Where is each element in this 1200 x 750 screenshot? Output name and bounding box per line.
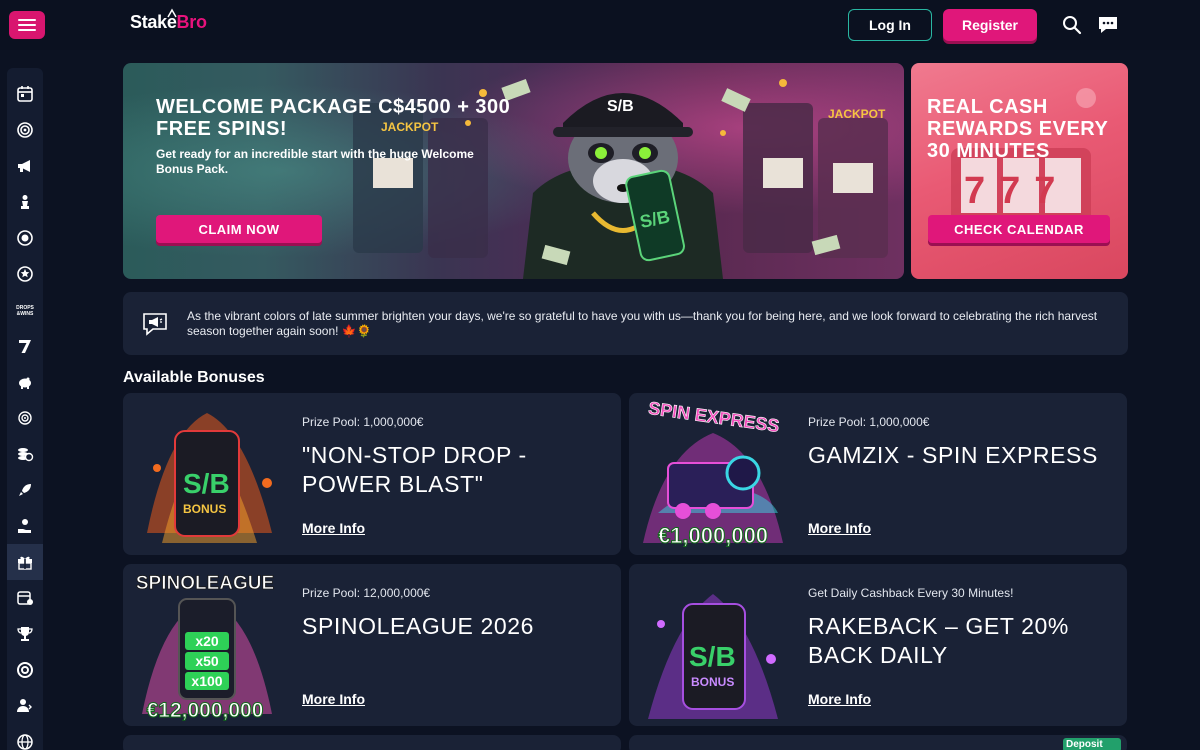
- more-info-link[interactable]: More Info: [302, 520, 365, 536]
- trophy-icon: [17, 627, 33, 641]
- welcome-banner[interactable]: JACKPOT JACKPOT S/B S/B WELCOME PACKAGE …: [123, 63, 904, 279]
- logo-bro-text: Bro: [176, 12, 207, 32]
- calendar-icon: [17, 86, 33, 102]
- welcome-banner-title: WELCOME PACKAGE C$4500 + 300 FREE SPINS!: [156, 96, 511, 140]
- art-title: SPINOLEAGUE: [136, 573, 274, 594]
- multiplier-label: x20: [195, 633, 219, 649]
- announcement-megaphone-icon: [143, 313, 167, 336]
- register-button[interactable]: Register: [943, 9, 1037, 41]
- bonus-card: [629, 735, 1127, 750]
- globe-icon: [17, 734, 33, 750]
- hamburger-icon: [18, 19, 36, 31]
- chat-icon[interactable]: [1097, 14, 1119, 36]
- cashback-tagline: Get Daily Cashback Every 30 Minutes!: [808, 586, 1014, 600]
- sidebar-item-savings[interactable]: [7, 364, 43, 400]
- sidebar-item-referral[interactable]: [7, 688, 43, 724]
- spinoleague-art: x20 x50 x100 SPINOLEAGUE €12,000,000: [135, 573, 274, 723]
- sidebar-item-cashback[interactable]: [7, 508, 43, 544]
- hamburger-menu-button[interactable]: [9, 11, 45, 39]
- search-icon[interactable]: [1061, 14, 1083, 36]
- bonus-card: [123, 735, 621, 750]
- bonus-title: GAMZIX - SPIN EXPRESS: [808, 442, 1098, 468]
- prize-pool: Prize Pool: 12,000,000€: [302, 586, 431, 600]
- top-header: Stake Bro Log In Register: [0, 0, 1200, 50]
- sidebar: DROPS &WINS: [7, 68, 43, 750]
- svg-text:S/B: S/B: [607, 98, 634, 115]
- user-group-icon: [17, 699, 32, 712]
- megaphone-icon: [18, 160, 30, 172]
- claim-now-button[interactable]: CLAIM NOW: [156, 215, 322, 243]
- sidebar-item-tournaments[interactable]: [7, 616, 43, 652]
- can-label: BONUS: [183, 502, 226, 516]
- welcome-banner-subtitle: Get ready for an incredible start with t…: [156, 147, 474, 176]
- bonus-title: RAKEBACK – GET 20% BACK DAILY: [808, 613, 1069, 668]
- can-label: BONUS: [691, 675, 734, 689]
- bonus-title: "NON-STOP DROP - POWER BLAST": [302, 442, 527, 497]
- sidebar-item-slots[interactable]: [7, 328, 43, 364]
- target-icon: [17, 122, 33, 138]
- sidebar-item-wheel[interactable]: [7, 400, 43, 436]
- sidebar-item-calendar[interactable]: [7, 76, 43, 112]
- bonus-card: S/B BONUS Prize Pool: 1,000,000€ "NON-ST…: [123, 393, 621, 555]
- sidebar-item-crash[interactable]: [7, 472, 43, 508]
- drops-wins-icon: DROPS&WINS: [16, 305, 34, 317]
- announcement-bar: As the vibrant colors of late summer bri…: [123, 292, 1128, 355]
- piggy-bank-icon: [19, 377, 31, 389]
- sidebar-item-events[interactable]: [7, 580, 43, 616]
- prize-pool: Prize Pool: 1,000,000€: [808, 415, 930, 429]
- more-info-link[interactable]: More Info: [808, 691, 871, 707]
- calendar-star-icon: [17, 591, 33, 605]
- sidebar-item-drops-wins[interactable]: DROPS &WINS: [7, 292, 43, 328]
- gift-icon: [18, 556, 32, 570]
- spin-express-art: SPIN EXPRESS €1,000,000: [643, 398, 783, 549]
- bonus-card: x20 x50 x100 SPINOLEAGUE €12,000,000 Pri…: [123, 564, 621, 726]
- rewards-banner-title: REAL CASH REWARDS EVERY 30 MINUTES: [927, 96, 1109, 162]
- can-logo: S/B: [689, 641, 736, 672]
- bonus-card: S/B BONUS Get Daily Cashback Every 30 Mi…: [629, 564, 1127, 726]
- sidebar-item-table-games[interactable]: [7, 184, 43, 220]
- art-amount: €12,000,000: [147, 699, 264, 722]
- sidebar-item-target[interactable]: [7, 112, 43, 148]
- bonus-card: SPIN EXPRESS €1,000,000 Prize Pool: 1,00…: [629, 393, 1127, 555]
- rocket-icon: [19, 484, 31, 496]
- wheel-icon: [18, 411, 32, 425]
- coins-icon: [18, 448, 34, 462]
- check-calendar-button[interactable]: CHECK CALENDAR: [928, 215, 1110, 243]
- prize-pool: Prize Pool: 1,000,000€: [302, 415, 424, 429]
- roulette-icon: [17, 266, 33, 282]
- poker-chip-icon: [17, 230, 33, 246]
- seven-icon: [19, 340, 31, 353]
- announcement-text: As the vibrant colors of late summer bri…: [187, 309, 1098, 338]
- login-button[interactable]: Log In: [848, 9, 932, 41]
- sidebar-item-roulette[interactable]: [7, 256, 43, 292]
- deposit-badge: Deposit: [1063, 738, 1121, 750]
- multiplier-label: x50: [195, 653, 219, 669]
- art-amount: €1,000,000: [658, 523, 768, 548]
- more-info-link[interactable]: More Info: [302, 691, 365, 707]
- rakeback-art: S/B BONUS: [648, 594, 778, 719]
- lifebuoy-icon: [17, 662, 33, 678]
- chess-pawn-icon: [21, 195, 29, 209]
- can-logo: S/B: [183, 468, 230, 499]
- sidebar-item-language[interactable]: [7, 724, 43, 750]
- svg-text:&WINS: &WINS: [17, 311, 34, 317]
- slot-sevens: 777: [964, 170, 1069, 212]
- logo-mark-icon: [167, 8, 177, 18]
- rewards-banner[interactable]: 777 REAL CASH REWARDS EVERY 30 MINUTES C…: [911, 63, 1128, 279]
- available-bonuses-heading: Available Bonuses: [123, 369, 265, 386]
- power-blast-art: S/B BONUS: [147, 413, 272, 543]
- jackpot-sign: JACKPOT: [828, 107, 886, 121]
- sidebar-item-poker[interactable]: [7, 220, 43, 256]
- hand-coin-icon: [18, 519, 31, 533]
- bonus-title: SPINOLEAGUE 2026: [302, 613, 535, 639]
- sidebar-item-support[interactable]: [7, 652, 43, 688]
- multiplier-label: x100: [191, 673, 222, 689]
- art-title: SPIN EXPRESS: [647, 398, 781, 436]
- sidebar-item-coins[interactable]: [7, 436, 43, 472]
- sidebar-item-promotions[interactable]: [7, 148, 43, 184]
- more-info-link[interactable]: More Info: [808, 520, 871, 536]
- sidebar-item-bonuses[interactable]: [7, 544, 43, 580]
